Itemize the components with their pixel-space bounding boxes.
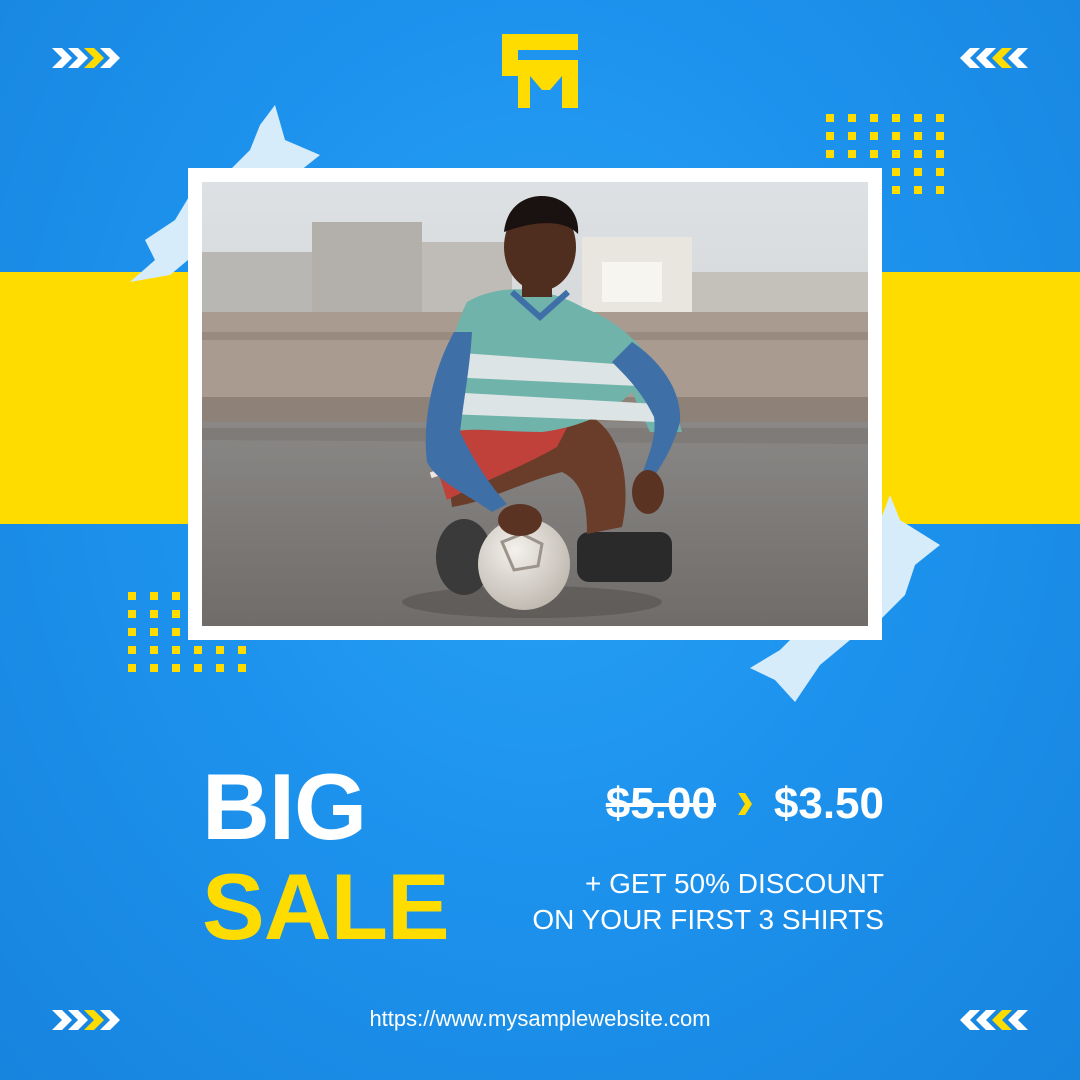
website-link[interactable]: https://www.mysamplewebsite.com: [0, 1006, 1080, 1032]
headline-sale: SALE: [202, 854, 450, 959]
promo-text: + GET 50% DISCOUNT ON YOUR FIRST 3 SHIRT…: [532, 866, 884, 938]
sale-poster: BIG SALE $5.00 $3.50 + GET 50% DISCOUNT …: [0, 0, 1080, 1080]
photo-frame: [188, 168, 882, 640]
product-photo: [202, 182, 868, 626]
old-price: $5.00: [605, 779, 716, 828]
chevron-arrows-icon-top-right: [960, 48, 1028, 68]
chevron-right-icon: [737, 793, 752, 815]
promo-line-2: ON YOUR FIRST 3 SHIRTS: [532, 904, 884, 935]
promo-line-1: + GET 50% DISCOUNT: [584, 868, 884, 899]
new-price: $3.50: [773, 779, 884, 828]
chevron-arrows-icon-top-left: [52, 48, 120, 68]
price-row: $5.00 $3.50: [606, 776, 884, 832]
fm-logo-icon: [502, 34, 578, 108]
headline-big: BIG: [202, 754, 367, 859]
